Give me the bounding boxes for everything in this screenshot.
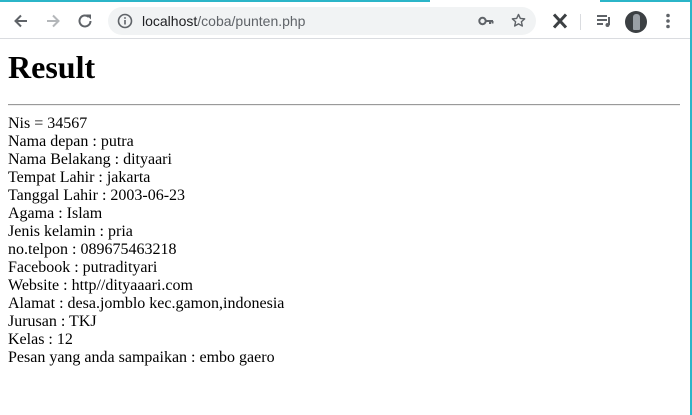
divider — [8, 104, 680, 106]
page-content: Result Nis = 34567 Nama depan : putra Nama… — [8, 38, 682, 366]
result-line: Tempat Lahir : jakarta — [8, 169, 151, 186]
result-line: Pesan yang anda sampaikan : embo gaero — [8, 349, 275, 366]
star-icon[interactable] — [510, 12, 527, 34]
address-bar[interactable]: localhost/coba/punten.php — [108, 7, 536, 35]
result-line: Jenis kelamin : pria — [8, 223, 133, 240]
reload-icon[interactable] — [72, 8, 98, 34]
browser-toolbar: localhost/coba/punten.php — [0, 2, 692, 39]
key-icon[interactable] — [478, 14, 494, 33]
result-line: Kelas : 12 — [8, 331, 73, 348]
result-line: Jurusan : TKJ — [8, 313, 97, 330]
url-path: /coba/punten.php — [197, 13, 306, 29]
media-queue-icon[interactable] — [591, 8, 617, 34]
result-list: Nis = 34567 Nama depan : putra Nama Belaka… — [8, 115, 284, 367]
url-host: localhost — [142, 13, 198, 29]
avatar[interactable] — [625, 11, 647, 33]
kebab-menu-icon[interactable] — [655, 8, 681, 34]
result-line: Tanggal Lahir : 2003-06-23 — [8, 187, 186, 204]
page-title: Result — [8, 49, 96, 85]
result-line: Facebook : putradityari — [8, 259, 158, 276]
result-line: Nama depan : putra — [8, 133, 134, 150]
toolbar-separator — [580, 14, 581, 30]
extension-x-icon[interactable] — [547, 8, 573, 34]
result-line: no.telpon : 089675463218 — [8, 241, 177, 258]
result-line: Website : http//dityaaari.com — [8, 277, 193, 294]
result-line: Nama Belakang : dityaari — [8, 151, 172, 168]
url-text[interactable]: localhost/coba/punten.php — [142, 13, 305, 29]
result-line: Nis = 34567 — [8, 115, 88, 132]
result-line: Alamat : desa.jomblo kec.gamon,indonesia — [8, 295, 285, 312]
info-icon[interactable] — [117, 13, 133, 34]
result-line: Agama : Islam — [8, 205, 103, 222]
back-arrow-icon[interactable] — [8, 8, 34, 34]
forward-arrow-icon[interactable] — [40, 8, 66, 34]
